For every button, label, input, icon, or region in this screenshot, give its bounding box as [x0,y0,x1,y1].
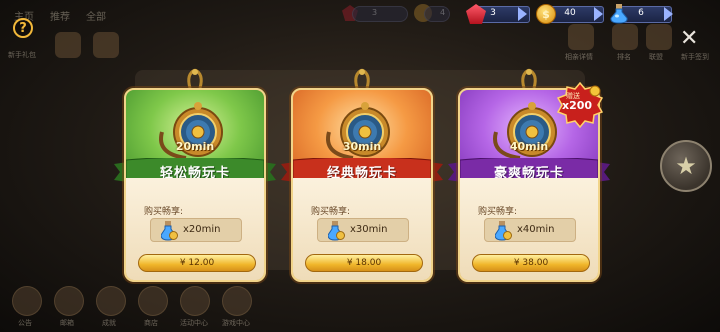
background-gift-icon [55,32,81,58]
background-tab: 推荐 [50,12,70,23]
bonus-badge-amount: x200 [562,99,593,112]
gem-count: 3 [490,8,496,18]
dim-currency-pill [424,6,450,22]
background-bottom-icon [54,286,84,316]
background-bottom-icon [12,286,42,316]
card-minutes: 20min [175,140,215,153]
card-body: 购买畅享: x20min ¥ 12.00 [124,178,266,282]
buy-button[interactable]: ¥ 38.00 [472,254,590,272]
card-minutes: 30min [342,140,382,153]
buy-button[interactable]: ¥ 18.00 [305,254,423,272]
pocket-watch-icon [326,102,390,160]
gem-add-icon[interactable] [518,7,527,21]
close-icon[interactable]: ✕ [680,28,698,50]
background-bottom-icon [180,286,210,316]
potion-count: 6 [638,8,644,18]
card-minutes: 40min [509,140,549,153]
background-label: 新手礼包 [8,51,36,59]
reward-quantity: x40min [517,224,555,235]
card-body: 购买畅享: x30min ¥ 18.00 [291,178,433,282]
card-body: 购买畅享: x40min ¥ 38.00 [458,178,600,282]
clock-icon [336,231,345,240]
hanger-icon [187,68,203,89]
coin-count: 40 [564,8,576,18]
pocket-watch-icon [159,102,223,160]
background-bottom-icon [138,286,168,316]
clock-icon [169,231,178,240]
gem-counter: 3 [466,4,530,24]
potion-counter: 6 [610,4,673,24]
background-label: 联盟 [649,53,663,61]
buy-button[interactable]: ¥ 12.00 [138,254,256,272]
star-orb-icon[interactable]: ★ [660,140,712,192]
dim-currency-pill [352,6,408,22]
coin-counter: 40 $ [536,4,604,24]
hanger-icon [521,68,537,89]
coin-icon: $ [536,4,556,24]
buy-label: 购买畅享: [478,207,518,217]
background-bottom-label: 成就 [102,319,116,327]
background-bottom-icon [96,286,126,316]
background-icon [568,24,594,50]
background-bottom-label: 游戏中心 [222,319,250,327]
reward-item-box: x40min [484,218,576,242]
buy-label: 购买畅享: [144,207,184,217]
background-label: 排名 [617,53,631,61]
reward-item-box: x30min [317,218,409,242]
card-classic-pass[interactable]: 30min 经典畅玩卡 购买畅享: x30min ¥ 18.00 [281,68,443,282]
background-bottom-label: 公告 [18,319,32,327]
background-bottom-icon [222,286,252,316]
potion-icon [610,4,628,24]
background-label: 新手签到 [681,53,709,61]
reward-quantity: x30min [350,224,388,235]
background-tab: 全部 [86,12,106,23]
potion-add-icon[interactable] [664,7,673,21]
hanger-icon [354,68,370,89]
clock-icon [503,231,512,240]
background-event-icon [93,32,119,58]
background-bottom-label: 活动中心 [180,319,208,327]
reward-item-box: x20min [150,218,242,242]
background-bottom-label: 邮箱 [60,319,74,327]
background-icon [612,24,638,50]
background-bottom-label: 商店 [144,319,158,327]
background-icon [646,24,672,50]
dim-currency-value: 3 [372,8,378,17]
background-label: 相亲详情 [565,53,593,61]
card-relaxed-pass[interactable]: 20min 轻松畅玩卡 购买畅享: x20min ¥ 12.00 [114,68,276,282]
buy-label: 购买畅享: [311,207,351,217]
help-button[interactable]: ? [13,18,33,38]
coin-add-icon[interactable] [594,7,603,21]
dim-currency-value: 4 [440,8,446,17]
reward-quantity: x20min [183,224,221,235]
